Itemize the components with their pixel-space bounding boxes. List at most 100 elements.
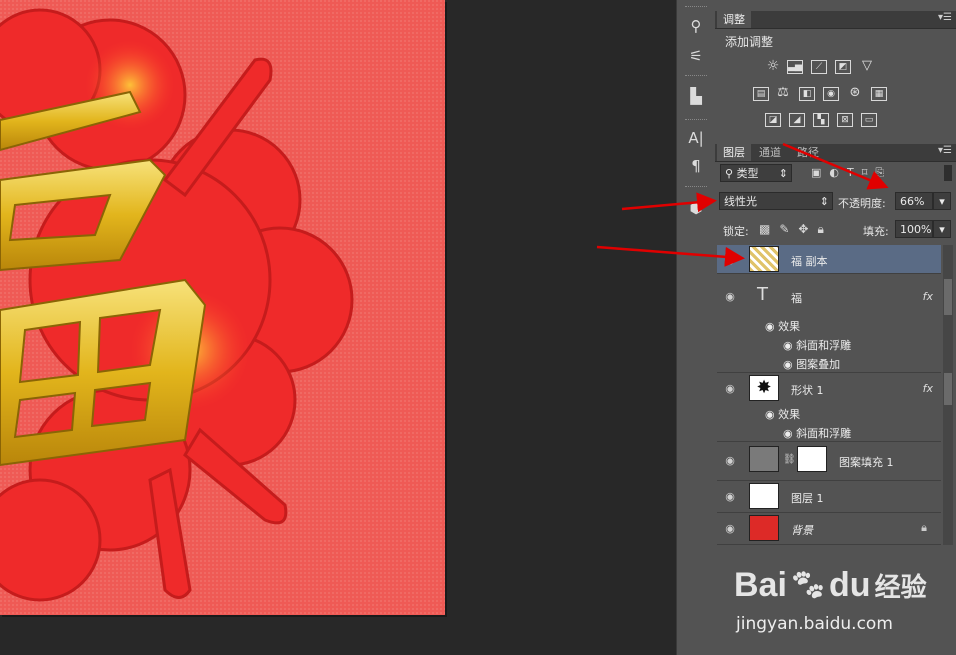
layer-row-shape-1[interactable]: ◉ ✸ 形状 1 fx ◉ 效果 ◉ 斜面和浮雕 — [717, 373, 941, 442]
paragraph-icon[interactable]: ¶ — [683, 154, 709, 178]
effect-bevel-emboss[interactable]: 斜面和浮雕 — [796, 427, 851, 440]
visibility-eye-icon[interactable]: ◉ — [723, 382, 737, 395]
effects-eye-icon[interactable]: ◉ — [765, 408, 778, 421]
clone-source-icon[interactable]: ▙ — [683, 84, 709, 108]
selective-color-icon[interactable]: ⊠ — [837, 113, 853, 127]
levels-icon[interactable]: ▃▅ — [787, 60, 803, 74]
photo-filter-icon[interactable]: ◉ — [823, 87, 839, 101]
invert-icon[interactable]: ◪ — [765, 113, 781, 127]
fill-dropdown-icon[interactable]: ▾ — [933, 220, 951, 238]
fill-label: 填充: — [863, 225, 889, 238]
visibility-eye-icon[interactable]: ◉ — [723, 522, 737, 535]
blend-mode-select[interactable]: 线性光 ⇕ — [719, 192, 833, 210]
layer-thumbnail — [749, 483, 779, 509]
lock-transparency-icon[interactable]: ▩ — [759, 222, 779, 236]
panel-menu-icon[interactable]: ▾☰ — [938, 145, 952, 156]
layer-name[interactable]: 形状 1 — [791, 382, 824, 398]
smart-object-filter-icon[interactable]: ⎘ — [875, 166, 892, 179]
scrollbar-thumb[interactable] — [944, 373, 952, 405]
shape-thumbnail: ✸ — [749, 375, 779, 401]
layer-row-fu-copy[interactable]: ◉ 福 副本 — [717, 245, 941, 274]
layer-row-background[interactable]: ◉ 背景 🔒︎ — [717, 513, 941, 545]
chevron-updown-icon: ⇕ — [778, 167, 788, 180]
tab-layers[interactable]: 图层 — [717, 144, 751, 161]
panel-menu-icon[interactable]: ▾☰ — [938, 12, 952, 23]
search-icon: ⚲ — [725, 167, 737, 180]
adjustment-filter-icon[interactable]: ◐ — [829, 166, 847, 179]
layer-name[interactable]: 背景 — [791, 522, 813, 538]
document-canvas[interactable] — [0, 0, 445, 615]
threshold-icon[interactable]: ▚ — [813, 113, 829, 127]
dock-grip[interactable] — [685, 75, 707, 78]
layer-name[interactable]: 图案填充 1 — [839, 454, 894, 470]
brush-presets-icon[interactable]: ⚲ — [683, 14, 709, 38]
tab-channels[interactable]: 通道 — [753, 144, 787, 161]
filter-kind-value: 类型 — [736, 167, 759, 180]
effect-eye-icon[interactable]: ◉ — [783, 427, 796, 440]
layer-row-layer-1[interactable]: ◉ 图层 1 — [717, 481, 941, 513]
layer-row-fu-text[interactable]: ◉ T 福 fx ◉ 效果 ◉ 斜面和浮雕 ◉ 图案叠加 — [717, 274, 941, 373]
3d-icon[interactable]: ⬢ — [683, 196, 709, 220]
color-lookup-icon[interactable]: ▦ — [871, 87, 887, 101]
layers-scrollbar[interactable] — [943, 245, 953, 545]
visibility-eye-icon[interactable]: ◉ — [723, 490, 737, 503]
layer-thumbnail — [749, 246, 779, 272]
panels-column: 调整 ▾☰ 添加调整 ☼ ▃▅ ⟋ ◩ ▽ ▤ ⚖ ◧ ◉ ⊛ ▦ ◪ ◢ ▚ … — [715, 0, 956, 655]
layer-row-pattern-fill[interactable]: ◉ ⛓ 图案填充 1 — [717, 442, 941, 481]
effect-eye-icon[interactable]: ◉ — [783, 358, 796, 371]
adjustments-tabbar: 调整 ▾☰ — [715, 11, 956, 29]
filter-kind-select[interactable]: ⚲ 类型 ⇕ — [720, 164, 792, 182]
mask-thumbnail[interactable] — [797, 446, 827, 472]
lock-pixels-icon[interactable]: ✎ — [779, 222, 798, 236]
pixel-filter-icon[interactable]: ▣ — [811, 166, 829, 179]
gradient-map-icon[interactable]: ▭ — [861, 113, 877, 127]
hue-saturation-icon[interactable]: ▤ — [753, 87, 769, 101]
opacity-dropdown-icon[interactable]: ▾ — [933, 192, 951, 210]
tool-presets-icon[interactable]: ⚟ — [683, 44, 709, 68]
baidu-watermark: Bai 🐾︎ du 经验 jingyan.baidu.com — [730, 560, 956, 655]
fill-input[interactable]: 100% — [895, 220, 933, 238]
dock-grip[interactable] — [685, 186, 707, 189]
lock-position-icon[interactable]: ✥ — [798, 222, 817, 236]
shape-filter-icon[interactable]: ⌑ — [862, 166, 876, 179]
color-balance-icon[interactable]: ⚖ — [775, 86, 791, 101]
visibility-eye-icon[interactable]: ◉ — [723, 454, 737, 467]
scrollbar-thumb[interactable] — [944, 279, 952, 315]
filter-toggle[interactable] — [944, 165, 952, 181]
effect-pattern-overlay[interactable]: 图案叠加 — [796, 358, 840, 371]
watermark-brand: Bai — [734, 566, 787, 604]
channel-mixer-icon[interactable]: ⊛ — [847, 86, 863, 101]
curves-icon[interactable]: ⟋ — [811, 60, 827, 74]
layer-name[interactable]: 图层 1 — [791, 490, 824, 506]
link-icon[interactable]: ⛓ — [783, 454, 796, 465]
tab-adjustments[interactable]: 调整 — [717, 11, 751, 28]
layer-name[interactable]: 福 — [791, 290, 802, 306]
opacity-label: 不透明度: — [838, 197, 886, 210]
layer-name[interactable]: 福 副本 — [791, 253, 828, 269]
effect-eye-icon[interactable]: ◉ — [783, 339, 796, 352]
brightness-contrast-icon[interactable]: ☼ — [765, 59, 781, 74]
opacity-input[interactable]: 66% — [895, 192, 933, 210]
fx-icon[interactable]: fx — [923, 290, 933, 303]
posterize-icon[interactable]: ◢ — [789, 113, 805, 127]
character-icon[interactable]: A| — [683, 126, 709, 150]
effects-eye-icon[interactable]: ◉ — [765, 320, 778, 333]
black-white-icon[interactable]: ◧ — [799, 87, 815, 101]
lock-icon: 🔒︎ — [921, 521, 927, 534]
chevron-updown-icon: ⇕ — [819, 195, 829, 208]
vibrance-icon[interactable]: ▽ — [859, 59, 875, 74]
dock-grip[interactable] — [685, 6, 707, 9]
fx-icon[interactable]: fx — [923, 382, 933, 395]
visibility-eye-icon[interactable]: ◉ — [723, 290, 737, 303]
layer-list: ◉ 福 副本 ◉ T 福 fx ◉ 效果 ◉ 斜面和浮雕 ◉ 图案叠加 ◉ ✸ … — [715, 245, 956, 545]
lock-all-icon[interactable]: 🔒︎ — [817, 222, 832, 236]
visibility-eye-icon[interactable]: ◉ — [723, 253, 737, 266]
type-filter-icon[interactable]: T — [847, 166, 862, 179]
exposure-icon[interactable]: ◩ — [835, 60, 851, 74]
layer-thumbnail — [749, 515, 779, 541]
canvas-area[interactable] — [0, 0, 676, 655]
tab-paths[interactable]: 路径 — [791, 144, 825, 161]
dock-grip[interactable] — [685, 119, 707, 122]
effect-bevel-emboss[interactable]: 斜面和浮雕 — [796, 339, 851, 352]
panel-dock-strip: ⚲ ⚟ ▙ A| ¶ ⬢ — [676, 0, 716, 655]
